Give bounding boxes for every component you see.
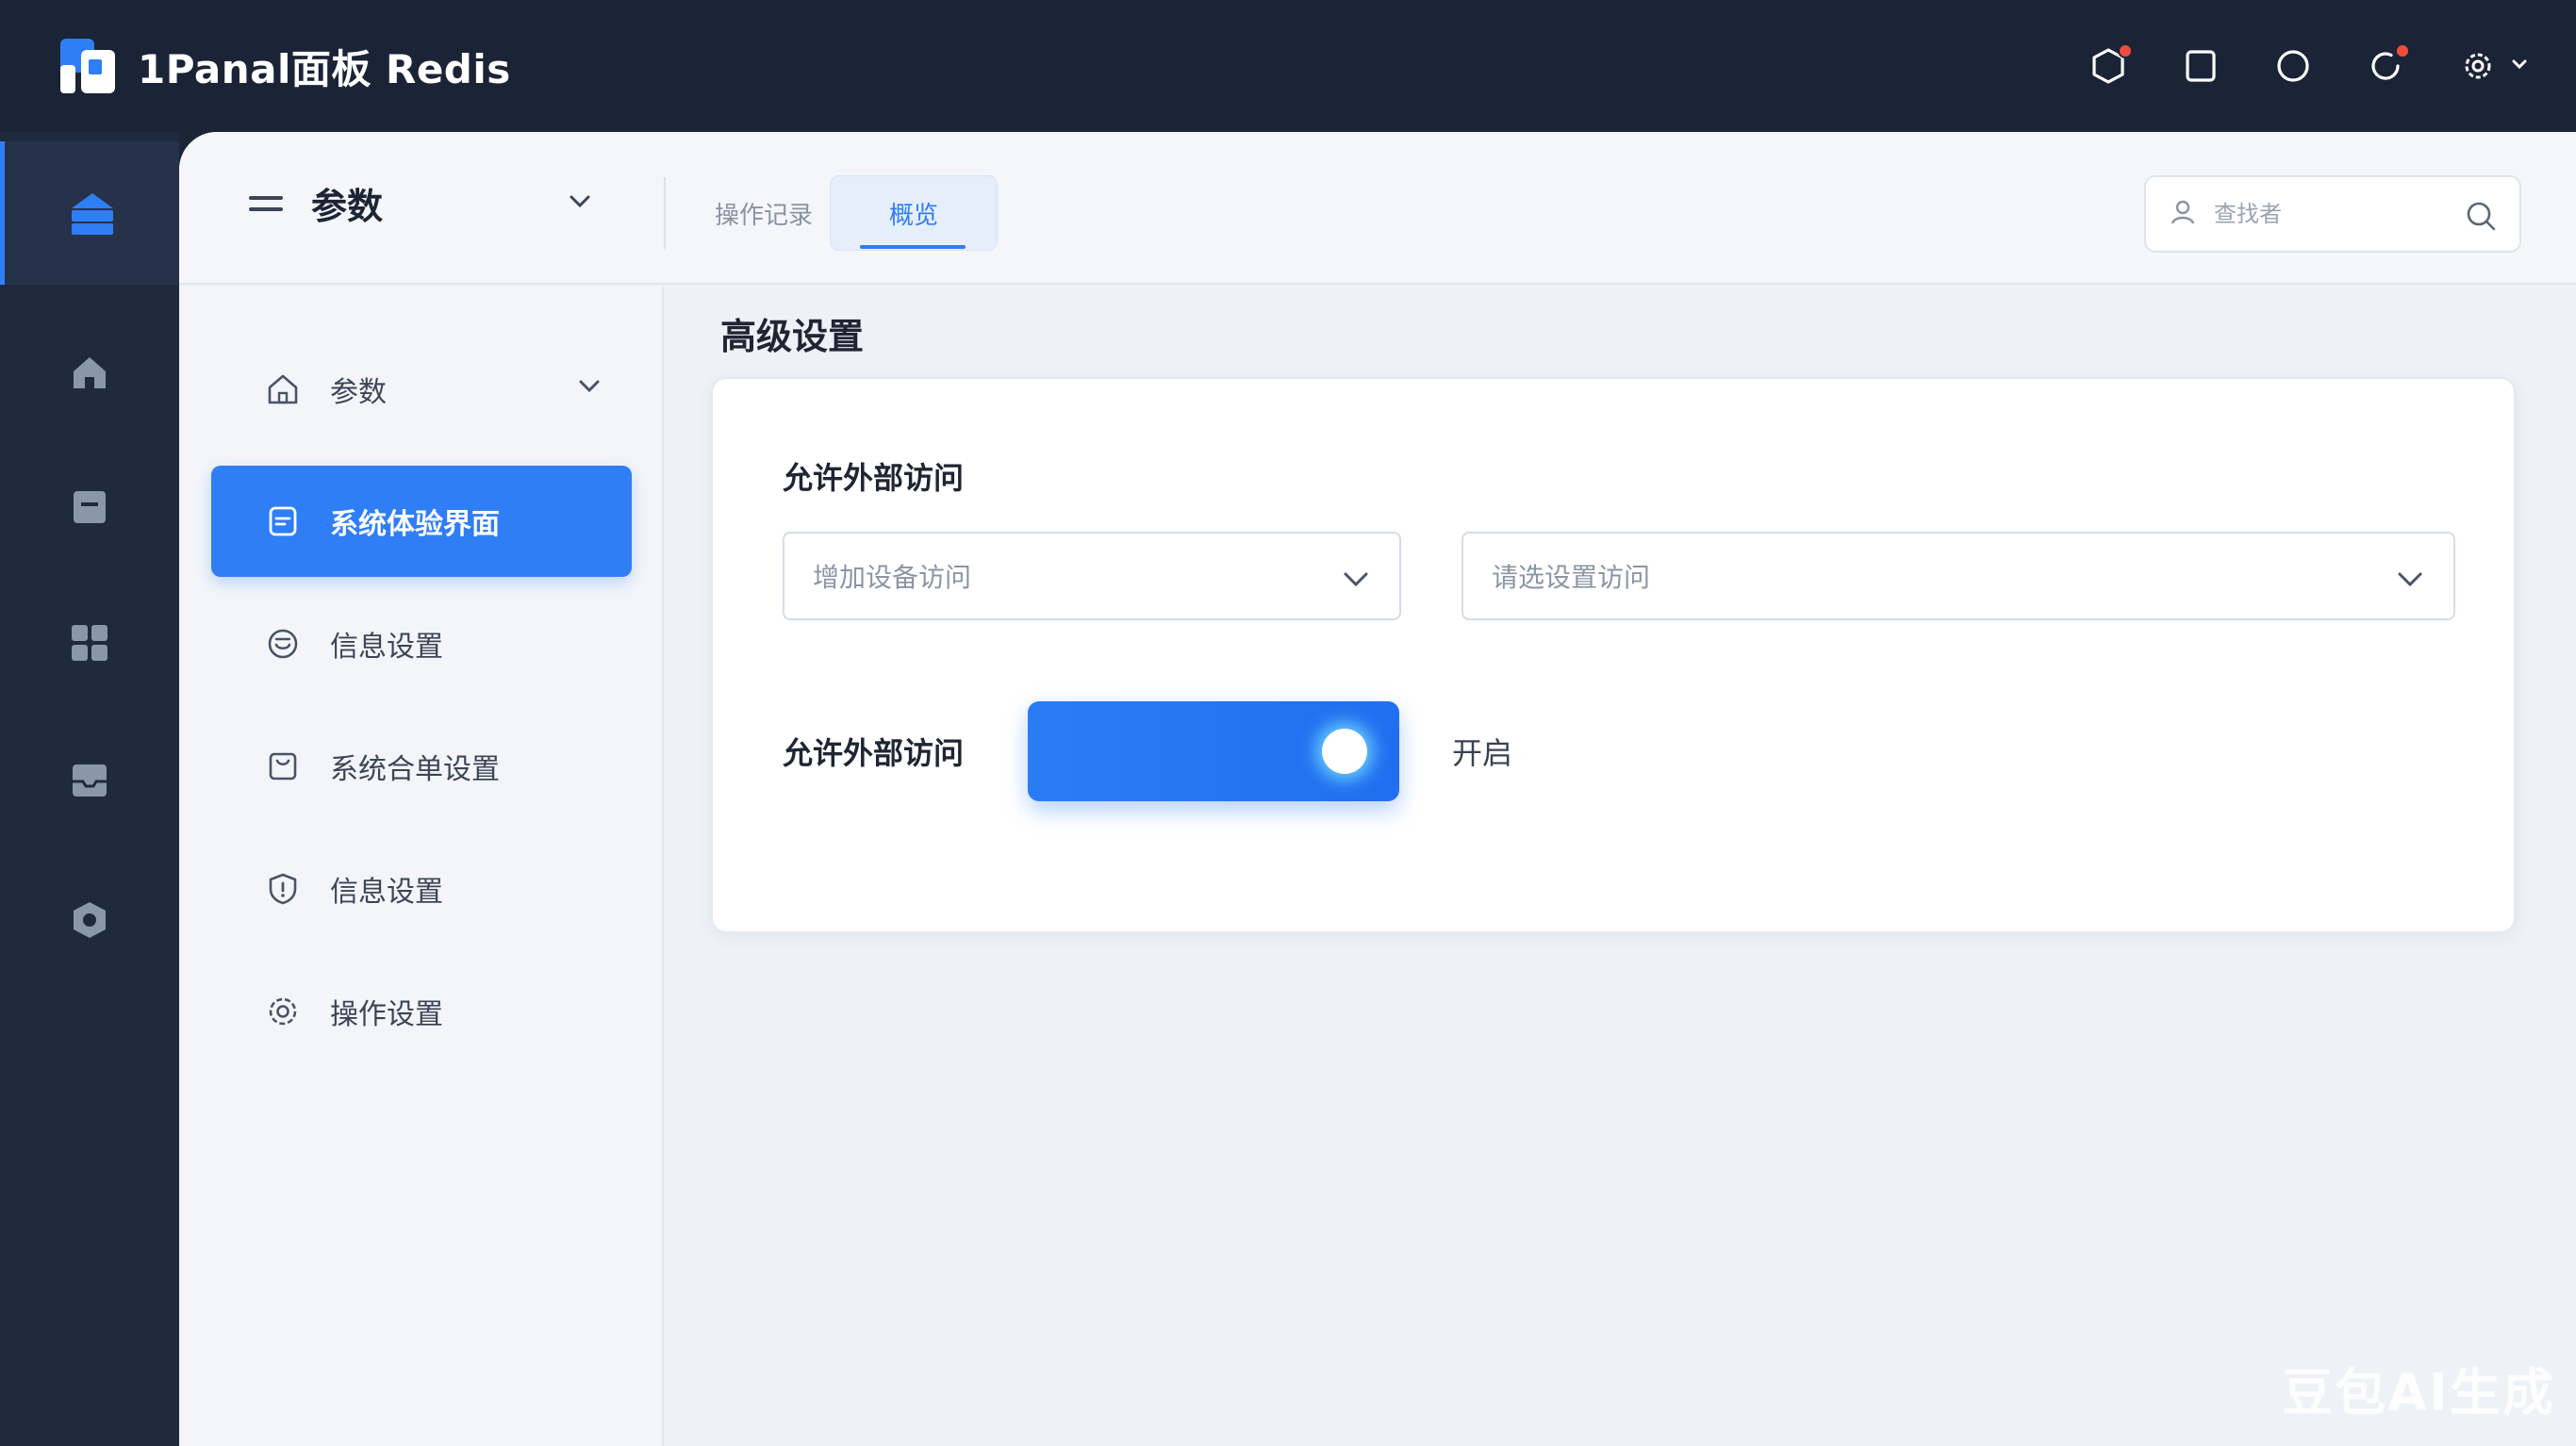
square-icon[interactable]: [2182, 47, 2220, 85]
sidebar-item-label: 系统合单设置: [330, 753, 500, 786]
external-access-toggle[interactable]: [1028, 701, 1399, 801]
toggle-knob: [1322, 729, 1367, 774]
nav-rail: [0, 132, 179, 1446]
hexagon-shield-icon: [74, 902, 106, 938]
refresh-icon[interactable]: [2367, 43, 2410, 85]
shield-icon: [264, 870, 302, 908]
gear-icon: [264, 993, 302, 1030]
inbox-icon: [73, 764, 107, 797]
home-icon: [74, 357, 106, 388]
toggle-label: 允许外部访问: [783, 735, 965, 771]
notification-badge: [2118, 43, 2133, 58]
chevron-down-icon: [2510, 55, 2529, 77]
rail-item-apps[interactable]: [0, 600, 179, 685]
sidebar-item-label: 系统体验界面: [330, 508, 500, 541]
app-title: 1Panal面板 Redis: [138, 45, 511, 92]
search-icon[interactable]: [2465, 200, 2497, 236]
section-title: 高级设置: [720, 316, 865, 357]
circle-icon[interactable]: [2274, 47, 2312, 85]
tab-overview[interactable]: 概览: [830, 175, 998, 251]
sidebar-item-operation-settings[interactable]: 操作设置: [211, 956, 632, 1067]
rail-item-home[interactable]: [0, 330, 179, 415]
hexagon-icon[interactable]: [2089, 43, 2133, 85]
top-toolbar: [2089, 0, 2529, 132]
user-menu[interactable]: [2459, 47, 2529, 85]
chevron-down-icon: [575, 371, 603, 403]
content-header: 参数 操作记录 概览: [179, 132, 2576, 285]
smile-chat-icon: [264, 625, 302, 663]
sidebar-item-label: 操作设置: [330, 998, 443, 1031]
box-icon: [74, 491, 106, 523]
chevron-down-icon: [1341, 564, 1371, 598]
home-outline-icon: [264, 370, 302, 408]
rail-item-dashboard[interactable]: [0, 141, 179, 285]
rail-item-storage[interactable]: [0, 465, 179, 550]
sidebar-item-params[interactable]: 参数: [211, 334, 632, 445]
sidebar-item-system-experience[interactable]: 系统体验界面: [211, 466, 632, 577]
tab-operation-log[interactable]: 操作记录: [698, 175, 830, 251]
top-bar: 1Panal面板 Redis: [0, 0, 2576, 132]
chevron-down-icon: [566, 187, 594, 219]
rail-item-security[interactable]: [0, 878, 179, 962]
app-logo-icon: [58, 37, 117, 95]
document-icon: [264, 502, 302, 540]
watermark: 豆包AI生成: [2282, 1363, 2555, 1422]
inbox-icon: [264, 748, 302, 785]
settings-gear-icon: [2459, 47, 2497, 85]
rail-item-mail[interactable]: [0, 738, 179, 823]
brand[interactable]: 1Panal面板 Redis: [58, 37, 511, 95]
settings-card: 允许外部访问 增加设备访问 请选设置访问 允许外部访问 开启: [711, 377, 2516, 933]
active-tab-indicator: [860, 245, 966, 249]
select-value: 请选设置访问: [1492, 562, 1651, 593]
settings-sidebar: 参数 系统体验界面 信息设置 系统合单设置 信息设置 操作设置: [179, 287, 664, 1446]
main-panel: 参数 操作记录 概览 参数: [179, 132, 2576, 1446]
search-input[interactable]: [2214, 201, 2440, 227]
search-box[interactable]: [2144, 175, 2521, 253]
select-value: 增加设备访问: [813, 562, 972, 593]
setting-access-select[interactable]: 请选设置访问: [1461, 532, 2455, 620]
sidebar-item-security-settings[interactable]: 信息设置: [211, 833, 632, 945]
sidebar-item-info-settings[interactable]: 信息设置: [211, 588, 632, 699]
device-access-select[interactable]: 增加设备访问: [783, 532, 1401, 620]
access-label: 允许外部访问: [783, 460, 965, 496]
menu-dropdown[interactable]: 参数: [247, 177, 590, 229]
notification-badge: [2395, 43, 2410, 58]
server-icon: [71, 193, 113, 235]
sidebar-item-label: 信息设置: [330, 876, 443, 909]
chevron-down-icon: [2395, 564, 2425, 598]
toggle-state-text: 开启: [1452, 735, 1513, 771]
user-icon: [2169, 198, 2197, 230]
sidebar-item-label: 参数: [330, 376, 387, 409]
sidebar-item-label: 信息设置: [330, 631, 443, 664]
menu-icon: [249, 195, 283, 211]
sidebar-item-system-merge[interactable]: 系统合单设置: [211, 711, 632, 822]
divider: [664, 177, 666, 249]
menu-dropdown-label: 参数: [311, 186, 384, 227]
grid-icon: [72, 625, 107, 661]
